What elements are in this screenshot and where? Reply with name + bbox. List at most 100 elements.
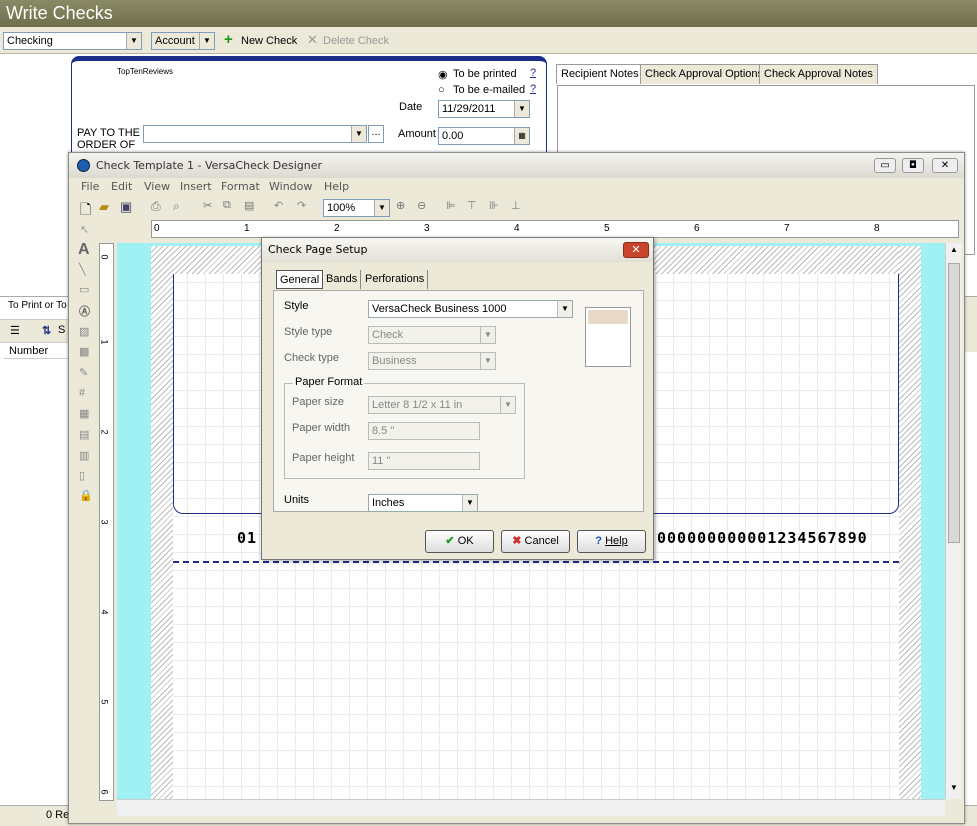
barcode-tool-icon[interactable]: ▥ (79, 449, 89, 462)
menu-format[interactable]: Format (221, 180, 260, 193)
paper-height-value: 11 " (372, 455, 391, 467)
field-tool-icon[interactable]: Ⓐ (79, 303, 90, 319)
ruler-v-label: 2 (99, 429, 110, 435)
list-view-icon[interactable]: ☰ (10, 324, 20, 337)
grid-tool-icon[interactable]: ▤ (79, 428, 89, 441)
line-tool-icon[interactable]: ╲ (79, 263, 86, 276)
account-select-value: Checking (7, 35, 53, 47)
menu-help[interactable]: Help (324, 180, 349, 193)
zoom-value: 100% (327, 202, 356, 214)
align-left-icon[interactable]: ⊫ (446, 199, 456, 212)
check-form: TopTenReviews ◉ To be printed ? ○ To be … (71, 56, 547, 156)
horizontal-scrollbar[interactable] (117, 799, 945, 816)
rectangle-tool-icon[interactable]: ▭ (79, 283, 89, 296)
table-tool-icon[interactable]: ▦ (79, 407, 89, 420)
number-col-label: Number (9, 345, 49, 357)
print-icon[interactable]: ⎙ (151, 199, 161, 214)
delete-check-button[interactable]: Delete Check (323, 34, 389, 48)
units-select[interactable]: Inches ▼ (368, 494, 478, 512)
payee-field[interactable]: ▼ (143, 125, 367, 143)
ruler-v-label: 1 (99, 339, 110, 345)
menu-file[interactable]: File (81, 180, 99, 193)
image-tool-icon[interactable]: ▨ (79, 325, 89, 338)
chevron-down-icon: ▼ (500, 397, 515, 413)
tab-check-approval-notes[interactable]: Check Approval Notes (759, 64, 878, 84)
style-select[interactable]: VersaCheck Business 1000 ▼ (368, 300, 573, 318)
designer-title: Check Template 1 - VersaCheck Designer (96, 159, 323, 172)
number-column-header[interactable]: Number (4, 345, 70, 359)
menu-view[interactable]: View (144, 180, 170, 193)
ok-button[interactable]: ✔ OK (425, 530, 494, 553)
picture-tool-icon[interactable]: ▩ (79, 345, 89, 358)
open-folder-icon[interactable]: ▰ (99, 199, 109, 215)
notes-tabs: Recipient Notes Check Approval Options C… (552, 62, 977, 86)
copy-icon[interactable]: ⧉ (223, 199, 231, 212)
new-check-button[interactable]: New Check (241, 34, 297, 48)
tab-check-approval-options[interactable]: Check Approval Options (640, 64, 769, 84)
radio-to-be-printed[interactable]: ◉ (438, 68, 448, 81)
paper-width-field[interactable]: 8.5 " (368, 422, 480, 440)
zoom-in-icon[interactable]: ⊕ (396, 199, 405, 212)
help-link[interactable]: ? (530, 83, 536, 95)
scroll-down-icon[interactable]: ▼ (950, 783, 958, 792)
micr-tool-icon[interactable]: ▯ (79, 469, 85, 482)
tab-bands[interactable]: Bands (323, 270, 362, 289)
right-edge-panel (965, 296, 977, 352)
zoom-select[interactable]: 100% ▼ (323, 199, 390, 217)
paper-height-field[interactable]: 11 " (368, 452, 480, 470)
tab-perforations[interactable]: Perforations (362, 270, 429, 289)
text-tool-icon[interactable]: A (78, 241, 90, 259)
ruler-h-label: 3 (424, 223, 430, 234)
cancel-label: Cancel (524, 535, 559, 547)
help-link[interactable]: ? (530, 67, 536, 79)
align-right-icon[interactable]: ⊪ (489, 199, 499, 212)
check-type-select[interactable]: Business ▼ (368, 352, 496, 370)
check-list-panel: To Print or To ☰ ⇅ S Number (0, 296, 70, 806)
maximize-button[interactable]: ◘ (902, 158, 924, 173)
zoom-out-icon[interactable]: ⊖ (417, 199, 426, 212)
scrollbar-thumb[interactable] (948, 263, 960, 543)
sort-icon[interactable]: ⇅ (42, 324, 51, 337)
vertical-scrollbar[interactable]: ▲ ▼ (945, 243, 962, 799)
lock-tool-icon[interactable]: 🔒 (79, 489, 93, 502)
date-field[interactable]: 11/29/2011 ▼ (438, 100, 530, 118)
tab-general[interactable]: General (276, 270, 324, 289)
number-tool-icon[interactable]: # (79, 387, 85, 399)
undo-icon[interactable]: ↶ (274, 199, 283, 212)
scroll-up-icon[interactable]: ▲ (950, 245, 958, 254)
account-select[interactable]: Checking ▼ (3, 32, 142, 50)
x-icon: ✖ (512, 535, 522, 547)
chevron-down-icon: ▼ (480, 353, 495, 369)
account-menu-button[interactable]: Account ▼ (151, 32, 215, 50)
paste-icon[interactable]: ▤ (244, 199, 254, 212)
save-icon[interactable]: ▣ (120, 199, 132, 215)
signature-tool-icon[interactable]: ✎ (79, 366, 88, 379)
radio-to-be-emailed[interactable]: ○ (438, 84, 445, 96)
help-button[interactable]: ? Help (577, 530, 646, 553)
new-file-icon[interactable]: 🗋 (80, 199, 91, 223)
ruler-h-label: 1 (244, 223, 250, 234)
help-label: Help (605, 535, 628, 547)
style-type-select[interactable]: Check ▼ (368, 326, 496, 344)
print-preview-icon[interactable]: ⌕ (173, 199, 180, 214)
help-icon: ? (595, 535, 603, 547)
minimize-button[interactable]: ▭ (874, 158, 896, 173)
tab-recipient-notes[interactable]: Recipient Notes (556, 64, 644, 84)
paper-width-label: Paper width (292, 422, 351, 434)
paper-size-select[interactable]: Letter 8 1/2 x 11 in ▼ (368, 396, 516, 414)
pointer-icon[interactable]: ↖ (80, 223, 89, 236)
menu-window[interactable]: Window (269, 180, 312, 193)
align-bottom-icon[interactable]: ⊥ (511, 199, 521, 212)
menu-edit[interactable]: Edit (111, 180, 132, 193)
calculator-icon[interactable]: ▦ (514, 128, 529, 144)
cut-icon[interactable]: ✂ (203, 199, 212, 212)
amount-field[interactable]: 0.00 ▦ (438, 127, 530, 145)
payee-browse-button[interactable]: ... (368, 125, 384, 143)
align-top-icon[interactable]: ⊤ (467, 199, 477, 212)
close-button[interactable]: ✕ (932, 158, 958, 173)
cancel-button[interactable]: ✖ Cancel (501, 530, 570, 553)
dialog-close-button[interactable]: ✕ (623, 242, 649, 258)
menu-insert[interactable]: Insert (180, 180, 212, 193)
redo-icon[interactable]: ↷ (297, 199, 306, 212)
delete-icon: ✕ (307, 32, 318, 47)
